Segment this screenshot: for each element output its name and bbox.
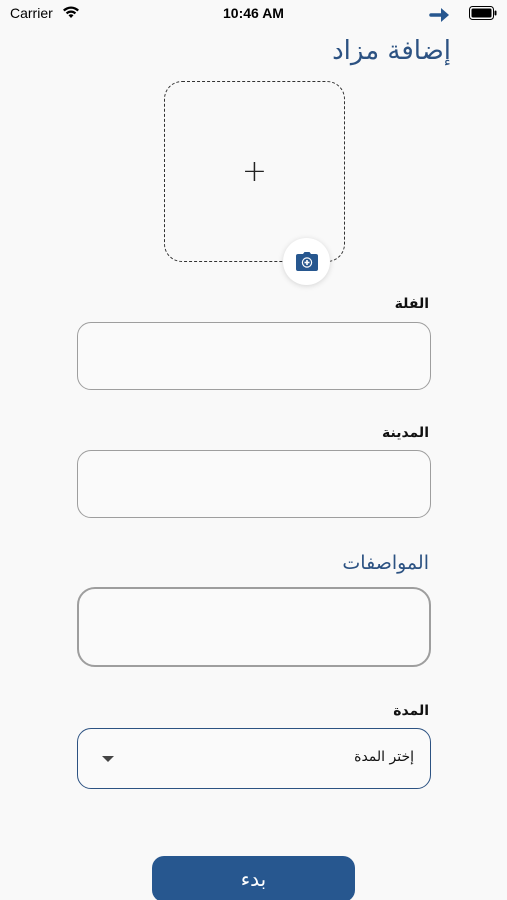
duration-label: المدة — [393, 703, 429, 719]
add-photo-button[interactable] — [283, 238, 330, 285]
duration-select[interactable]: إختر المدة — [77, 728, 431, 789]
status-bar: Carrier 10:46 AM — [0, 0, 507, 30]
villa-label: الفلة — [394, 296, 429, 312]
specs-label: المواصفات — [342, 552, 429, 574]
city-input[interactable] — [77, 450, 431, 518]
page-title: إضافة مزاد — [332, 36, 451, 66]
back-arrow-icon[interactable] — [429, 4, 453, 26]
image-picker[interactable]: + — [164, 81, 345, 262]
start-button[interactable]: بدء — [152, 856, 355, 900]
specs-textarea[interactable] — [77, 587, 431, 667]
city-label: المدينة — [382, 425, 429, 441]
duration-select-value: إختر المدة — [354, 749, 414, 765]
plus-icon: + — [241, 154, 268, 189]
add-auction-screen: Carrier 10:46 AM إضافة مزاد + الفلة المد… — [0, 0, 507, 900]
battery-icon — [469, 6, 497, 20]
villa-input[interactable] — [77, 322, 431, 390]
camera-plus-icon — [295, 251, 318, 271]
dropdown-caret-icon — [102, 756, 114, 762]
